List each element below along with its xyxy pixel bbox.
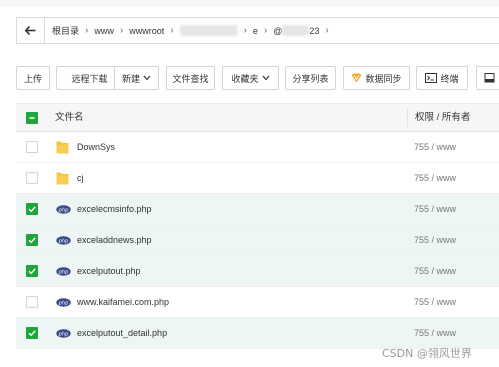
- permission-owner[interactable]: 755 / www: [414, 256, 456, 286]
- table-row[interactable]: php excelecmsinfo.php 755 / www: [16, 194, 499, 225]
- header-permission[interactable]: 权限 / 所有者: [415, 104, 470, 131]
- back-button[interactable]: [17, 18, 45, 43]
- top-strip: [0, 0, 499, 7]
- table-row[interactable]: cj 755 / www: [16, 163, 499, 194]
- file-name-link[interactable]: exceladdnews.php: [77, 225, 152, 255]
- data-sync-button[interactable]: 数据同步: [343, 66, 410, 90]
- checkmark-icon: [28, 330, 36, 337]
- header-filename[interactable]: 文件名: [55, 104, 84, 131]
- table-row[interactable]: php exceladdnews.php 755 / www: [16, 225, 499, 256]
- breadcrumb: 根目录 › www › wwwroot › › e › @23 ›: [52, 24, 335, 37]
- sync-badge-icon: [351, 73, 362, 83]
- file-name-link[interactable]: excelputout_detail.php: [77, 318, 167, 348]
- chevron-right-icon: ›: [85, 25, 89, 36]
- drive-icon: [484, 73, 495, 83]
- row-checkbox[interactable]: [26, 234, 38, 246]
- permission-owner[interactable]: 755 / www: [414, 225, 456, 255]
- row-checkbox[interactable]: [26, 327, 38, 339]
- chevron-right-icon: ›: [170, 25, 174, 36]
- more-tool-button[interactable]: [476, 66, 499, 90]
- upload-button[interactable]: 上传: [16, 66, 50, 90]
- svg-text:php: php: [58, 331, 69, 337]
- remote-download-label: 远程下载: [71, 73, 108, 84]
- svg-text:php: php: [58, 300, 69, 306]
- chevron-right-icon: ›: [243, 25, 247, 36]
- breadcrumb-redacted: [282, 25, 310, 36]
- chevron-down-icon: [262, 75, 269, 81]
- data-sync-label: 数据同步: [365, 73, 402, 84]
- svg-text:php: php: [58, 207, 69, 213]
- watermark: CSDN @翎风世界: [382, 347, 472, 360]
- breadcrumb-root[interactable]: 根目录: [52, 24, 79, 37]
- select-all-checkbox[interactable]: [26, 112, 38, 124]
- file-name-link[interactable]: excelputout.php: [77, 256, 141, 286]
- favorites-label: 收藏夹: [231, 73, 259, 84]
- row-checkbox[interactable]: [26, 203, 38, 215]
- upload-label: 上传: [23, 73, 42, 84]
- terminal-icon: [425, 73, 438, 83]
- breadcrumb-www[interactable]: www: [94, 26, 114, 36]
- php-file-icon: php: [56, 236, 71, 247]
- php-file-icon: php: [56, 267, 71, 278]
- column-divider: [407, 109, 408, 127]
- row-checkbox[interactable]: [26, 172, 38, 184]
- svg-text:php: php: [58, 269, 69, 275]
- arrow-left-icon: [25, 26, 36, 35]
- file-name-link[interactable]: excelecmsinfo.php: [77, 194, 152, 224]
- new-label: 新建: [121, 73, 140, 84]
- svg-text:php: php: [58, 238, 69, 244]
- permission-owner[interactable]: 755 / www: [414, 287, 456, 317]
- table-row[interactable]: php www.kaifamei.com.php 755 / www: [16, 287, 499, 318]
- terminal-label: 终端: [440, 73, 459, 84]
- chevron-right-icon: ›: [263, 25, 268, 36]
- php-file-icon: php: [56, 298, 71, 309]
- breadcrumb-current[interactable]: @23: [273, 25, 319, 36]
- file-name-link[interactable]: DownSys: [77, 132, 115, 162]
- checkmark-icon: [28, 268, 36, 275]
- php-file-icon: php: [56, 329, 71, 340]
- chevron-down-icon: [143, 75, 151, 81]
- breadcrumb-redacted[interactable]: [179, 25, 238, 36]
- path-bar[interactable]: 根目录 › www › wwwroot › › e › @23 ›: [16, 17, 499, 44]
- file-name-link[interactable]: cj: [77, 163, 84, 193]
- chevron-right-icon: ›: [325, 25, 329, 36]
- row-checkbox[interactable]: [26, 296, 38, 308]
- remote-download-button[interactable]: 远程下载: [56, 66, 123, 90]
- file-search-label: 文件查找: [172, 73, 209, 84]
- chevron-right-icon: ›: [119, 25, 124, 36]
- folder-icon: [56, 140, 69, 156]
- share-list-button[interactable]: 分享列表: [285, 66, 336, 90]
- permission-owner[interactable]: 755 / www: [414, 132, 456, 162]
- table-row[interactable]: php excelputout.php 755 / www: [16, 256, 499, 287]
- toolbar: 上传 远程下载 新建 文件查找 收藏夹 分享列表 数据同步 终端: [16, 66, 499, 91]
- checkmark-icon: [28, 206, 36, 213]
- permission-owner[interactable]: 755 / www: [414, 194, 456, 224]
- favorites-dropdown-button[interactable]: 收藏夹: [222, 66, 279, 90]
- new-dropdown-button[interactable]: 新建: [114, 66, 159, 90]
- file-search-button[interactable]: 文件查找: [166, 66, 215, 90]
- folder-icon: [56, 171, 69, 187]
- row-checkbox[interactable]: [26, 141, 38, 153]
- permission-owner[interactable]: 755 / www: [414, 318, 456, 348]
- minus-icon: [29, 117, 35, 119]
- file-name-link[interactable]: www.kaifamei.com.php: [77, 287, 169, 317]
- table-header: 文件名 权限 / 所有者: [16, 103, 499, 132]
- breadcrumb-wwwroot[interactable]: wwwroot: [129, 26, 164, 36]
- table-row[interactable]: DownSys 755 / www: [16, 132, 499, 163]
- breadcrumb-e[interactable]: e: [253, 26, 258, 36]
- checkmark-icon: [28, 237, 36, 244]
- table-body: DownSys 755 / www cj 755 / www php excelecmsi…: [16, 132, 499, 349]
- php-file-icon: php: [56, 205, 71, 216]
- row-checkbox[interactable]: [26, 265, 38, 277]
- terminal-button[interactable]: 终端: [416, 66, 468, 90]
- permission-owner[interactable]: 755 / www: [414, 163, 456, 193]
- share-list-label: 分享列表: [292, 73, 329, 84]
- file-table: 文件名 权限 / 所有者 DownSys 755 / www cj 755 / www…: [16, 103, 499, 349]
